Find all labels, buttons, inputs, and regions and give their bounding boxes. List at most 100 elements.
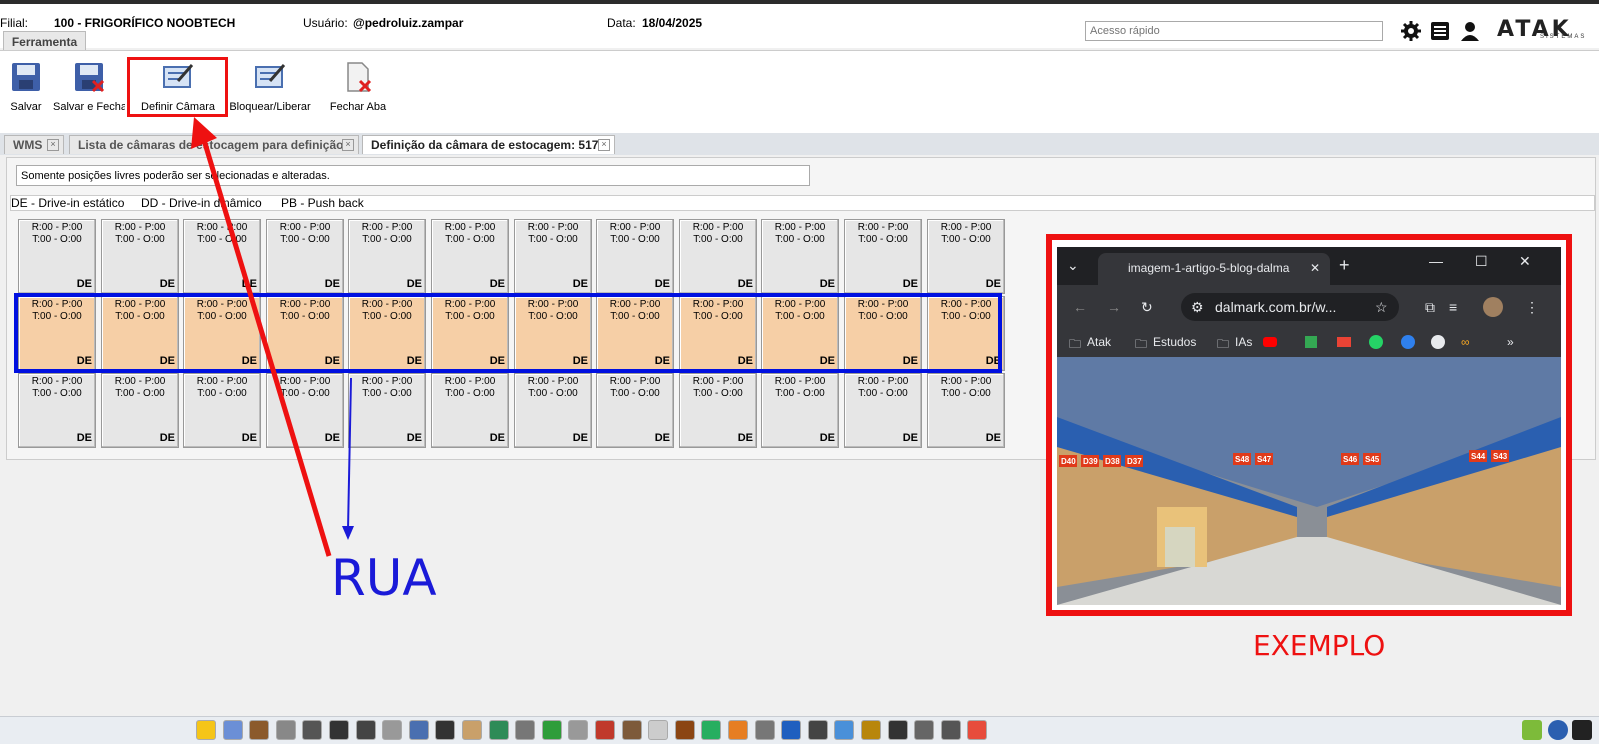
storage-position-cell[interactable]: R:00 - P:00 T:00 - O:00 DE — [183, 373, 261, 448]
quick-access-input[interactable] — [1085, 21, 1383, 41]
storage-position-cell[interactable]: R:00 - P:00 T:00 - O:00 DE — [431, 219, 509, 294]
star-icon[interactable] — [196, 720, 216, 740]
block-release-button[interactable]: Bloquear/Liberar — [228, 61, 312, 113]
storage-position-cell[interactable]: R:00 - P:00 T:00 - O:00 DE — [514, 219, 592, 294]
storage-position-cell[interactable]: R:00 - P:00 T:00 - O:00 DE — [101, 373, 179, 448]
storage-position-cell[interactable]: R:00 - P:00 T:00 - O:00 DE — [927, 219, 1005, 294]
storage-position-cell[interactable]: R:00 - P:00 T:00 - O:00 DE — [596, 373, 674, 448]
rack-label: S43 — [1493, 452, 1508, 461]
puzzle-icon[interactable] — [967, 720, 988, 740]
storage-position-cell[interactable]: R:00 - P:00 T:00 - O:00 DE — [514, 373, 592, 448]
cell-line1: R:00 - P:00 — [857, 222, 909, 233]
user-icon[interactable] — [222, 720, 243, 740]
briefcase-icon[interactable] — [249, 720, 270, 740]
rack-label: S46 — [1343, 455, 1358, 464]
gear-icon[interactable] — [1400, 20, 1422, 42]
warehouse-icon[interactable] — [621, 720, 642, 740]
storage-position-cell[interactable]: R:00 - P:00 T:00 - O:00 DE — [679, 373, 757, 448]
flag-icon[interactable] — [329, 720, 349, 740]
tools-icon[interactable] — [807, 720, 828, 740]
close-icon[interactable]: × — [598, 139, 610, 151]
storage-position-cell[interactable]: R:00 - P:00 T:00 - O:00 DE — [761, 219, 839, 294]
cell-line1: R:00 - P:00 — [940, 222, 992, 233]
tag-icon[interactable] — [382, 720, 403, 740]
storage-position-cell[interactable]: R:00 - P:00 T:00 - O:00 DE — [266, 373, 344, 448]
cell-line2: T:00 - O:00 — [280, 388, 330, 399]
ribbon-tab-ferramenta[interactable]: Ferramenta — [3, 31, 86, 51]
menu-icon[interactable] — [1429, 20, 1451, 42]
storage-position-cell[interactable]: R:00 - P:00 T:00 - O:00 DE — [183, 219, 261, 294]
storage-position-cell[interactable]: R:00 - P:00 T:00 - O:00 DE — [596, 219, 674, 294]
calculator-icon[interactable] — [275, 720, 296, 740]
document-icon[interactable] — [408, 720, 429, 740]
storage-position-cell[interactable]: R:00 - P:00 T:00 - O:00 DE — [844, 219, 922, 294]
cell-line2: T:00 - O:00 — [941, 234, 991, 245]
cell-line1: R:00 - P:00 — [692, 376, 744, 387]
printer-icon[interactable] — [568, 720, 589, 740]
box-icon[interactable] — [861, 720, 881, 740]
data-label: Data: — [607, 16, 636, 30]
infinity-icon: ∞ — [1461, 335, 1470, 349]
storage-position-cell[interactable]: R:00 - P:00 T:00 - O:00 DE — [18, 219, 96, 294]
storage-position-cell[interactable]: R:00 - P:00 T:00 - O:00 DE — [679, 219, 757, 294]
save-close-button[interactable]: Salvar e Fechar — [53, 61, 125, 113]
headset-icon[interactable] — [940, 720, 961, 740]
edit-form-icon — [254, 61, 286, 93]
storage-position-cell[interactable]: R:00 - P:00 T:00 - O:00 DE — [844, 373, 922, 448]
cell-type-tag: DE — [737, 278, 753, 290]
globe-icon[interactable] — [488, 720, 509, 740]
barrel-icon[interactable] — [515, 720, 536, 740]
storage-position-cell[interactable]: R:00 - P:00 T:00 - O:00 DE — [927, 373, 1005, 448]
cell-line1: R:00 - P:00 — [527, 376, 579, 387]
whatsapp-icon — [1369, 335, 1383, 349]
storage-position-cell[interactable]: R:00 - P:00 T:00 - O:00 DE — [431, 373, 509, 448]
storage-position-cell[interactable]: R:00 - P:00 T:00 - O:00 DE — [761, 373, 839, 448]
filial-label: Filial: — [0, 16, 29, 30]
bottle-icon[interactable] — [648, 720, 669, 740]
favorites-icon[interactable] — [1522, 720, 1542, 740]
barcode-icon[interactable] — [302, 720, 323, 740]
network-icon[interactable] — [914, 720, 935, 740]
cell-type-tag: DE — [902, 432, 918, 444]
cart-icon[interactable] — [887, 720, 908, 740]
cell-type-tag: DE — [819, 278, 835, 290]
help-icon[interactable] — [1548, 720, 1568, 740]
browser-tab-title: imagem-1-artigo-5-blog-dalma — [1128, 261, 1290, 275]
plus-icon: + — [1339, 255, 1350, 275]
warehouse-photo: D40 D39 D38 D37 S48 S47 S46 S45 S44 S43 — [1057, 357, 1561, 605]
factory-icon[interactable] — [595, 720, 615, 740]
receipt-icon[interactable] — [728, 720, 748, 740]
pallet-icon[interactable] — [462, 720, 482, 740]
tab-camaras-list[interactable]: Lista de câmaras de estocagem para defin… — [69, 135, 359, 154]
close-icon[interactable]: × — [342, 139, 354, 151]
minimize-icon: — — [1429, 253, 1443, 269]
tab-wms[interactable]: WMS × — [4, 135, 64, 154]
storage-position-cell[interactable]: R:00 - P:00 T:00 - O:00 DE — [266, 219, 344, 294]
avatar — [1483, 297, 1503, 317]
chart-icon[interactable] — [701, 720, 722, 740]
calendar-icon[interactable] — [834, 720, 855, 740]
cell-line2: T:00 - O:00 — [941, 388, 991, 399]
truck-icon[interactable] — [674, 720, 695, 740]
user-icon[interactable] — [1459, 20, 1481, 42]
close-icon[interactable]: × — [47, 139, 59, 151]
browser-tab: imagem-1-artigo-5-blog-dalma ✕ — [1098, 253, 1330, 285]
storage-position-cell[interactable]: R:00 - P:00 T:00 - O:00 DE — [348, 219, 426, 294]
camera-icon[interactable] — [1572, 720, 1592, 740]
document-tabs: WMS × Lista de câmaras de estocagem para … — [0, 133, 1599, 155]
cell-type-tag: DE — [819, 432, 835, 444]
cell-line1: R:00 - P:00 — [361, 376, 413, 387]
storage-position-cell[interactable]: R:00 - P:00 T:00 - O:00 DE — [18, 373, 96, 448]
cell-type-tag: DE — [654, 278, 670, 290]
table-icon[interactable] — [754, 720, 775, 740]
book-icon[interactable] — [435, 720, 456, 740]
tab-camara-definition[interactable]: Definição da câmara de estocagem: 517 × — [362, 135, 615, 154]
warning-icon[interactable] — [355, 720, 376, 740]
folder-icon: 🗀 — [1069, 337, 1082, 351]
diamond-icon[interactable] — [781, 720, 802, 740]
money-icon[interactable] — [541, 720, 562, 740]
save-button[interactable]: Salvar — [8, 61, 44, 113]
storage-position-cell[interactable]: R:00 - P:00 T:00 - O:00 DE — [348, 373, 426, 448]
close-tab-button[interactable]: Fechar Aba — [328, 61, 388, 113]
storage-position-cell[interactable]: R:00 - P:00 T:00 - O:00 DE — [101, 219, 179, 294]
